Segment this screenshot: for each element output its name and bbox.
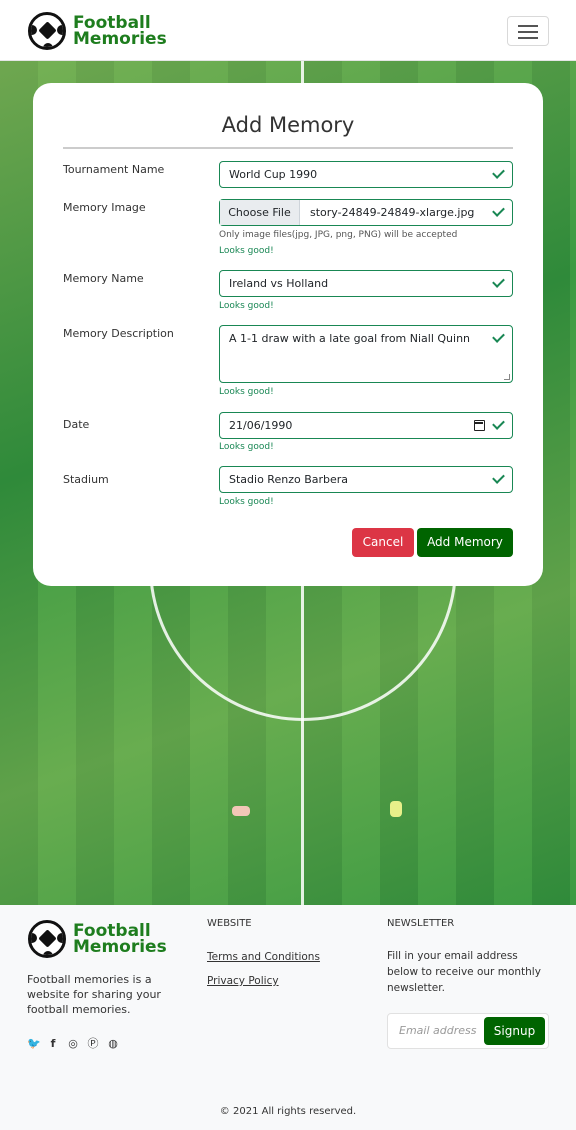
newsletter-heading: NEWSLETTER (387, 918, 455, 929)
terms-link[interactable]: Terms and Conditions (207, 951, 320, 963)
check-icon (492, 331, 505, 344)
signup-button[interactable]: Signup (484, 1017, 545, 1045)
facebook-icon[interactable]: f (47, 1038, 59, 1050)
tournament-label: Tournament Name (63, 163, 165, 176)
check-icon (492, 418, 505, 431)
check-icon (492, 167, 505, 180)
football-icon (28, 12, 66, 50)
memory-description-textarea[interactable]: A 1-1 draw with a late goal from Niall Q… (219, 325, 513, 383)
memory-image-label: Memory Image (63, 201, 146, 214)
valid-feedback: Looks good! (219, 246, 274, 256)
website-heading: WEBSITE (207, 918, 252, 929)
memory-image-file-input[interactable]: Choose File story-24849-24849-xlarge.jpg (219, 199, 513, 226)
brand-logo[interactable]: Football Memories (28, 12, 167, 50)
hamburger-icon (518, 25, 538, 27)
privacy-link[interactable]: Privacy Policy (207, 975, 279, 987)
page-title: Add Memory (221, 113, 355, 137)
memory-name-label: Memory Name (63, 272, 144, 285)
memory-name-input[interactable]: Ireland vs Holland (219, 270, 513, 297)
valid-feedback: Looks good! (219, 497, 274, 507)
add-memory-button[interactable]: Add Memory (417, 528, 513, 557)
valid-feedback: Looks good! (219, 442, 274, 452)
brand-name: Football Memories (73, 921, 167, 957)
player (232, 806, 250, 816)
tournament-name-input[interactable]: World Cup 1990 (219, 161, 513, 188)
pinterest-icon[interactable]: Ⓟ (87, 1038, 99, 1050)
social-links: 🐦 f ◎ Ⓟ ◍ (27, 1038, 119, 1050)
footer: Football Memories Football memories is a… (0, 905, 576, 1130)
choose-file-button[interactable]: Choose File (220, 200, 300, 225)
date-label: Date (63, 418, 90, 431)
newsletter-text: Fill in your email address below to rece… (387, 950, 541, 994)
check-icon (492, 276, 505, 289)
brand-name: Football Memories (73, 13, 167, 49)
twitter-icon[interactable]: 🐦 (27, 1038, 41, 1050)
memory-description-label: Memory Description (63, 327, 174, 340)
navbar: Football Memories (0, 0, 576, 61)
footer-brand-logo[interactable]: Football Memories (28, 920, 167, 958)
file-hint: Only image files(jpg, JPG, png, PNG) wil… (219, 230, 458, 240)
divider (63, 147, 513, 149)
player (390, 801, 402, 817)
check-icon (492, 205, 505, 218)
newsletter-form: Email address Signup (387, 1013, 549, 1049)
menu-toggle-button[interactable] (507, 16, 549, 46)
email-input[interactable]: Email address (399, 1024, 479, 1037)
add-memory-card: Add Memory Tournament Name World Cup 199… (33, 83, 543, 586)
football-icon (28, 920, 66, 958)
about-text: Football memories is a website for shari… (27, 973, 161, 1016)
calendar-icon[interactable] (474, 420, 485, 431)
instagram-icon[interactable]: ◎ (67, 1038, 79, 1050)
stadium-input[interactable]: Stadio Renzo Barbera (219, 466, 513, 493)
cancel-button[interactable]: Cancel (352, 528, 414, 557)
valid-feedback: Looks good! (219, 301, 274, 311)
valid-feedback: Looks good! (219, 387, 274, 397)
snapchat-icon[interactable]: ◍ (107, 1038, 119, 1050)
check-icon (492, 472, 505, 485)
resize-handle[interactable] (504, 374, 510, 380)
stadium-label: Stadium (63, 473, 109, 486)
date-input[interactable]: 21/06/1990 (219, 412, 513, 439)
file-name: story-24849-24849-xlarge.jpg (310, 206, 475, 219)
copyright: © 2021 All rights reserved. (219, 1106, 357, 1117)
